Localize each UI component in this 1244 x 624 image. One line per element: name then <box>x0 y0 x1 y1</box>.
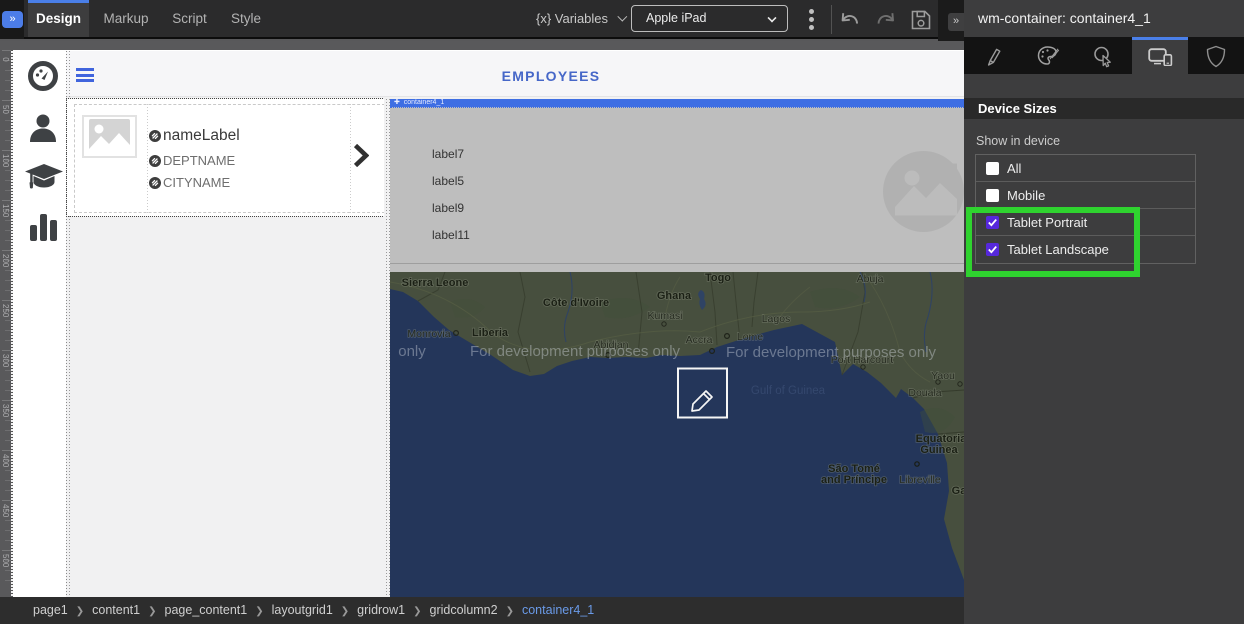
svg-text:Gulf of Guinea: Gulf of Guinea <box>751 385 826 397</box>
svg-text:Libreville: Libreville <box>899 474 941 486</box>
svg-text:Douala: Douala <box>908 387 941 399</box>
svg-text:For development purposes only: For development purposes only <box>470 343 681 360</box>
svg-text:Côte d'Ivoire: Côte d'Ivoire <box>543 297 609 309</box>
svg-text:Lome: Lome <box>737 331 763 343</box>
svg-text:Ga: Ga <box>952 485 964 497</box>
svg-text:Kumasi: Kumasi <box>647 310 682 322</box>
svg-text:and Príncipe: and Príncipe <box>821 474 887 486</box>
svg-text:only: only <box>398 343 426 360</box>
svg-text:Guinea: Guinea <box>920 444 958 456</box>
svg-text:Lagos: Lagos <box>762 313 791 325</box>
svg-text:Liberia: Liberia <box>472 327 509 339</box>
svg-text:Ghana: Ghana <box>657 290 692 302</box>
svg-text:Abuja: Abuja <box>857 273 884 285</box>
svg-text:Monrovia: Monrovia <box>407 328 450 340</box>
svg-text:Accra: Accra <box>686 334 713 346</box>
svg-text:Yaou: Yaou <box>931 370 955 382</box>
svg-text:Sierra Leone: Sierra Leone <box>402 277 469 289</box>
svg-text:Togo: Togo <box>705 272 731 284</box>
svg-text:For development purposes only: For development purposes only <box>726 344 937 361</box>
